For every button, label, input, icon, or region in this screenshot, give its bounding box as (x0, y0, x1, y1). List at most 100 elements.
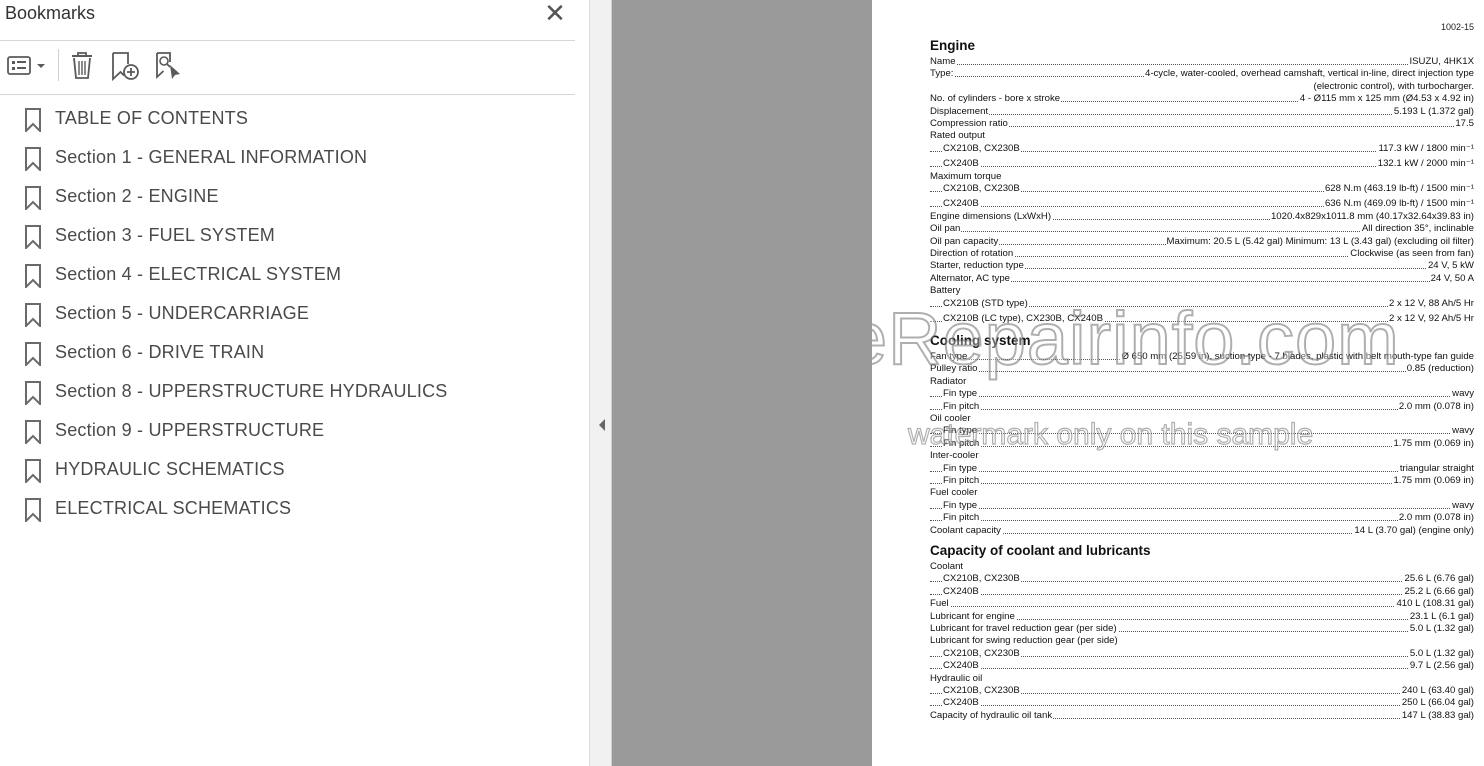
bookmark-icon (25, 303, 41, 327)
bookmark-label: Section 8 - UPPERSTRUCTURE HYDRAULICS (55, 381, 448, 401)
leader-dots (930, 408, 1474, 410)
bookmark-item[interactable]: Section 9 - UPPERSTRUCTURE (0, 412, 560, 451)
spec-label: CX210B, CX230B (943, 142, 1021, 155)
leader-dots (930, 520, 1474, 522)
spec-value: 147 L (38.83 gal) (1400, 709, 1474, 722)
new-bookmark-button[interactable] (109, 50, 141, 82)
section-heading: Engine (930, 38, 976, 53)
spec-row: Fin pitch 2.0 mm (0.078 in) (930, 512, 1474, 525)
bookmark-item[interactable]: Section 2 - ENGINE (0, 178, 560, 217)
panel-splitter[interactable] (590, 0, 612, 766)
leader-dots (930, 433, 1474, 435)
spec-value: 2 x 12 V, 88 Ah/5 Hr (1388, 297, 1474, 310)
spec-row: Name ISUZU, 4HK1X (930, 56, 1474, 68)
spec-label: Radiator (930, 375, 968, 388)
bookmark-item[interactable]: Section 1 - GENERAL INFORMATION (0, 139, 560, 178)
spec-label: Battery (930, 285, 962, 298)
bookmark-item[interactable]: Section 3 - FUEL SYSTEM (0, 217, 560, 256)
spec-value: 250 L (66.04 gal) (1400, 697, 1474, 710)
document-background (612, 0, 872, 766)
spec-value: 24 V, 5 kW (1426, 260, 1474, 273)
bookmark-label: Section 4 - ELECTRICAL SYSTEM (55, 264, 342, 284)
spec-label: Starter, reduction type (930, 260, 1025, 273)
bookmark-label: Section 6 - DRIVE TRAIN (55, 342, 265, 362)
bookmark-item[interactable]: Section 6 - DRIVE TRAIN (0, 334, 560, 373)
spec-label: Fin type (943, 462, 979, 475)
trash-icon (72, 52, 92, 79)
spec-row: Starter, reduction type 24 V, 5 kW (930, 260, 1474, 273)
spec-value: 132.1 kW / 2000 min⁻¹ (1376, 158, 1474, 171)
spec-row: Lubricant for travel reduction gear (per… (930, 623, 1474, 635)
spec-label: CX240B (943, 198, 980, 211)
bookmark-item[interactable]: Section 5 - UNDERCARRIAGE (0, 295, 560, 334)
bookmark-label: ELECTRICAL SCHEMATICS (55, 498, 292, 518)
bookmark-item[interactable]: ELECTRICAL SCHEMATICS (0, 490, 560, 529)
spec-row: Compression ratio 17.5 (930, 118, 1474, 130)
spec-value: 2.0 mm (0.078 in) (1397, 512, 1474, 525)
panel-title: Bookmarks (5, 3, 96, 23)
bookmark-item[interactable]: Section 4 - ELECTRICAL SYSTEM (0, 256, 560, 295)
spec-label: Fuel (930, 598, 950, 611)
leader-dots (930, 64, 1474, 65)
leader-dots (930, 606, 1474, 608)
spec-value: 5.0 L (1.32 gal) (1408, 623, 1474, 635)
spec-label: Coolant (930, 561, 965, 573)
spec-row: CX240B 25.2 L (6.66 gal) (930, 585, 1474, 598)
options-menu-button[interactable] (6, 50, 48, 82)
spec-label: Oil pan (930, 223, 962, 236)
spec-value: 1.75 mm (0.069 in) (1392, 475, 1474, 487)
spec-label: CX210B, CX230B (943, 685, 1021, 697)
spec-row: Displacement 5.193 L (1.372 gal) (930, 105, 1474, 118)
spec-value: 117.3 kW / 1800 min⁻¹ (1377, 142, 1474, 155)
spec-label: Oil pan capacity (930, 235, 1000, 248)
bookmark-item[interactable]: TABLE OF CONTENTS (0, 100, 560, 139)
delete-bookmark-button[interactable] (68, 50, 96, 82)
spec-row: CX210B, CX230B 5.0 L (1.32 gal) (930, 647, 1474, 660)
spec-row: CX240B 132.1 kW / 2000 min⁻¹ (930, 158, 1474, 171)
spec-row: Lubricant for swing reduction gear (per … (930, 635, 1474, 648)
bookmark-icon (25, 225, 41, 249)
spec-value: 25.2 L (6.66 gal) (1403, 585, 1474, 598)
spec-row: CX210B, CX230B 628 N.m (463.19 lb-ft) / 1… (930, 183, 1474, 195)
find-bookmark-button[interactable] (153, 50, 185, 82)
spec-label: Fuel cooler (930, 487, 979, 500)
spec-value: 410 L (108.31 gal) (1395, 598, 1474, 611)
toolbar-divider (58, 49, 59, 81)
spec-label: Fin type (943, 388, 979, 401)
spec-value: 240 L (63.40 gal) (1400, 685, 1474, 697)
spec-row: Alternator, AC type 24 V, 50 A (930, 272, 1474, 285)
bookmark-item[interactable]: HYDRAULIC SCHEMATICS (0, 451, 560, 490)
bookmark-label: Section 1 - GENERAL INFORMATION (55, 147, 368, 167)
spec-label: Fin pitch (943, 512, 981, 525)
spec-label: Lubricant for engine (930, 610, 1016, 623)
spec-value: 636 N.m (469.09 lb-ft) / 1500 min⁻¹ (1323, 198, 1474, 211)
spec-value: 23.1 L (6.1 gal) (1408, 610, 1474, 623)
spec-row: Direction of rotation Clockwise (as seen … (930, 248, 1474, 260)
spec-value: 17.5 (1454, 118, 1474, 130)
bookmark-label: HYDRAULIC SCHEMATICS (55, 459, 285, 479)
spec-value: triangular straight (1398, 462, 1474, 475)
spec-row: Fuel 410 L (108.31 gal) (930, 598, 1474, 611)
spec-label: Engine dimensions (LxWxH) (930, 210, 1053, 223)
spec-value: Clockwise (as seen from fan) (1349, 248, 1474, 260)
collapse-panel-icon[interactable] (597, 417, 607, 433)
spec-value: 25.6 L (6.76 gal) (1403, 573, 1474, 586)
bookmark-icon (25, 420, 41, 444)
document-page[interactable]: 1002-15 Engine Name ISUZU, 4HK1X Type: 4-cy… (872, 0, 1484, 766)
leader-dots (930, 593, 1474, 595)
panel-header: Bookmarks ✕ (0, 0, 575, 41)
spec-label: Fin type (943, 499, 979, 512)
spec-label: CX240B (943, 158, 980, 171)
bookmark-label: Section 5 - UNDERCARRIAGE (55, 303, 310, 323)
spec-label: Name (930, 56, 957, 68)
find-bookmark-icon (156, 52, 180, 80)
spec-row: Fan type Ø 650 mm (25.59 in), suction typ… (930, 351, 1474, 363)
section-heading: Cooling system (930, 333, 1031, 348)
spec-row: Fin pitch 1.75 mm (0.069 in) (930, 437, 1474, 450)
bookmark-item[interactable]: Section 8 - UPPERSTRUCTURE HYDRAULICS (0, 373, 560, 412)
close-panel-button[interactable]: ✕ (542, 0, 568, 26)
add-bookmark-icon (112, 52, 139, 82)
spec-label: Compression ratio (930, 118, 1009, 130)
spec-label: Lubricant for travel reduction gear (per… (930, 623, 1118, 635)
leader-dots (930, 668, 1474, 670)
